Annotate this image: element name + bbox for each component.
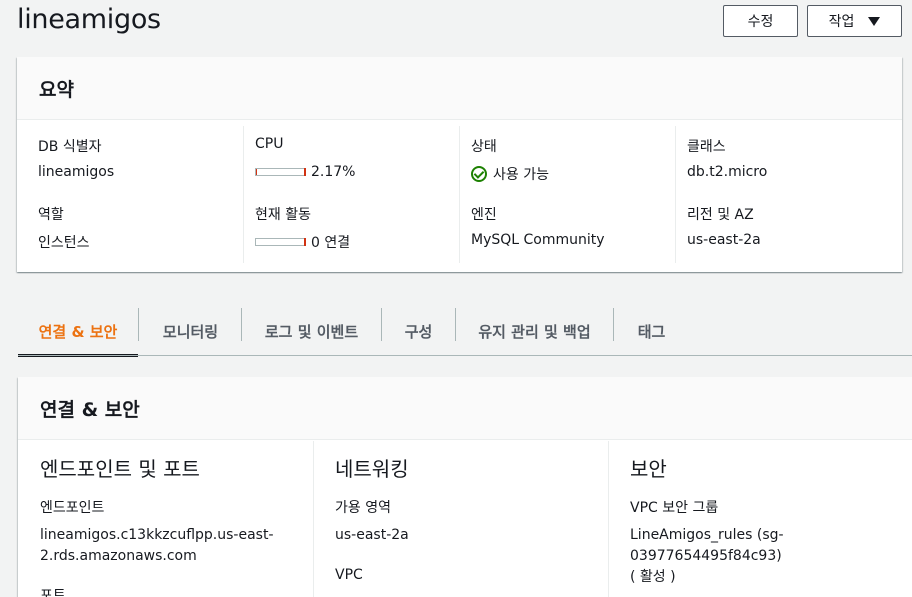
summary-panel: 요약 DB 식별자 lineamigos 역할 인스턴스 CPU 2.17% 현…: [17, 57, 902, 272]
cpu-label: CPU: [255, 136, 284, 152]
edit-button[interactable]: 수정: [723, 5, 798, 37]
role-label: 역할: [38, 207, 64, 223]
page-title: lineamigos: [17, 4, 161, 35]
security-section-title: 보안: [630, 457, 667, 481]
actions-dropdown-button[interactable]: 작업: [807, 5, 902, 37]
endpoint-section-title: 엔드포인트 및 포트: [40, 457, 200, 481]
status-value: 사용 가능: [493, 167, 549, 183]
networking-section-title: 네트워킹: [335, 457, 409, 481]
db-id-label: DB 식별자: [38, 139, 102, 155]
security-section: 보안 VPC 보안 그룹 LineAmigos_rules (sg-039776…: [608, 441, 912, 597]
endpoint-label: 엔드포인트: [40, 500, 105, 516]
region-value: us-east-2a: [687, 232, 761, 248]
summary-column-identifier: DB 식별자 lineamigos 역할 인스턴스: [17, 126, 243, 263]
class-label: 클래스: [687, 139, 726, 155]
availability-zone-value: us-east-2a: [335, 527, 409, 543]
status-label: 상태: [471, 139, 497, 155]
caret-down-icon: [868, 16, 881, 26]
vpc-label: VPC: [335, 567, 363, 583]
tab-logs-events[interactable]: 로그 및 이벤트: [242, 306, 381, 356]
activity-value: 0 연결: [311, 235, 351, 251]
tab-configuration[interactable]: 구성: [382, 306, 455, 356]
db-id-value: lineamigos: [38, 164, 115, 180]
activity-label: 현재 활동: [255, 207, 311, 223]
cpu-progress-bar: [255, 168, 306, 176]
security-group-status: ( 활성 ): [630, 569, 676, 585]
activity-progress-bar: [255, 238, 306, 246]
availability-zone-label: 가용 영역: [335, 500, 391, 516]
endpoint-section: 엔드포인트 및 포트 엔드포인트 lineamigos.c13kkzcuflpp…: [18, 441, 313, 597]
class-value: db.t2.micro: [687, 164, 768, 180]
tab-monitoring[interactable]: 모니터링: [139, 306, 242, 356]
tab-bar: 연결 & 보안 모니터링 로그 및 이벤트 구성 유지 관리 및 백업 태그: [18, 306, 912, 357]
security-group-label: VPC 보안 그룹: [630, 500, 719, 516]
summary-column-class: 클래스 db.t2.micro 리전 및 AZ us-east-2a: [675, 126, 901, 263]
engine-label: 엔진: [471, 207, 497, 223]
connectivity-security-panel: 연결 & 보안 엔드포인트 및 포트 엔드포인트 lineamigos.c13k…: [18, 377, 912, 597]
networking-section: 네트워킹 가용 영역 us-east-2a VPC: [313, 441, 608, 597]
endpoint-value: lineamigos.c13kkzcuflpp.us-east-2.rds.am…: [40, 527, 274, 564]
tab-maintenance-backup[interactable]: 유지 관리 및 백업: [456, 306, 613, 356]
summary-column-status: 상태 사용 가능 엔진 MySQL Community: [459, 126, 675, 263]
tab-tags[interactable]: 태그: [614, 306, 689, 356]
check-circle-icon: [471, 166, 487, 182]
region-label: 리전 및 AZ: [687, 207, 754, 223]
cpu-value: 2.17%: [311, 164, 356, 180]
engine-value: MySQL Community: [471, 232, 605, 248]
edit-button-label: 수정: [747, 14, 774, 30]
role-value: 인스턴스: [38, 235, 90, 251]
port-label: 포트: [40, 588, 66, 597]
tab-connectivity-security[interactable]: 연결 & 보안: [18, 306, 138, 357]
actions-button-label: 작업: [828, 14, 855, 30]
summary-title: 요약: [17, 57, 902, 120]
security-group-link[interactable]: LineAmigos_rules (sg-03977654495f84c93): [630, 525, 800, 567]
connectivity-title: 연결 & 보안: [18, 377, 912, 440]
summary-column-cpu: CPU 2.17% 현재 활동 0 연결: [243, 126, 459, 263]
